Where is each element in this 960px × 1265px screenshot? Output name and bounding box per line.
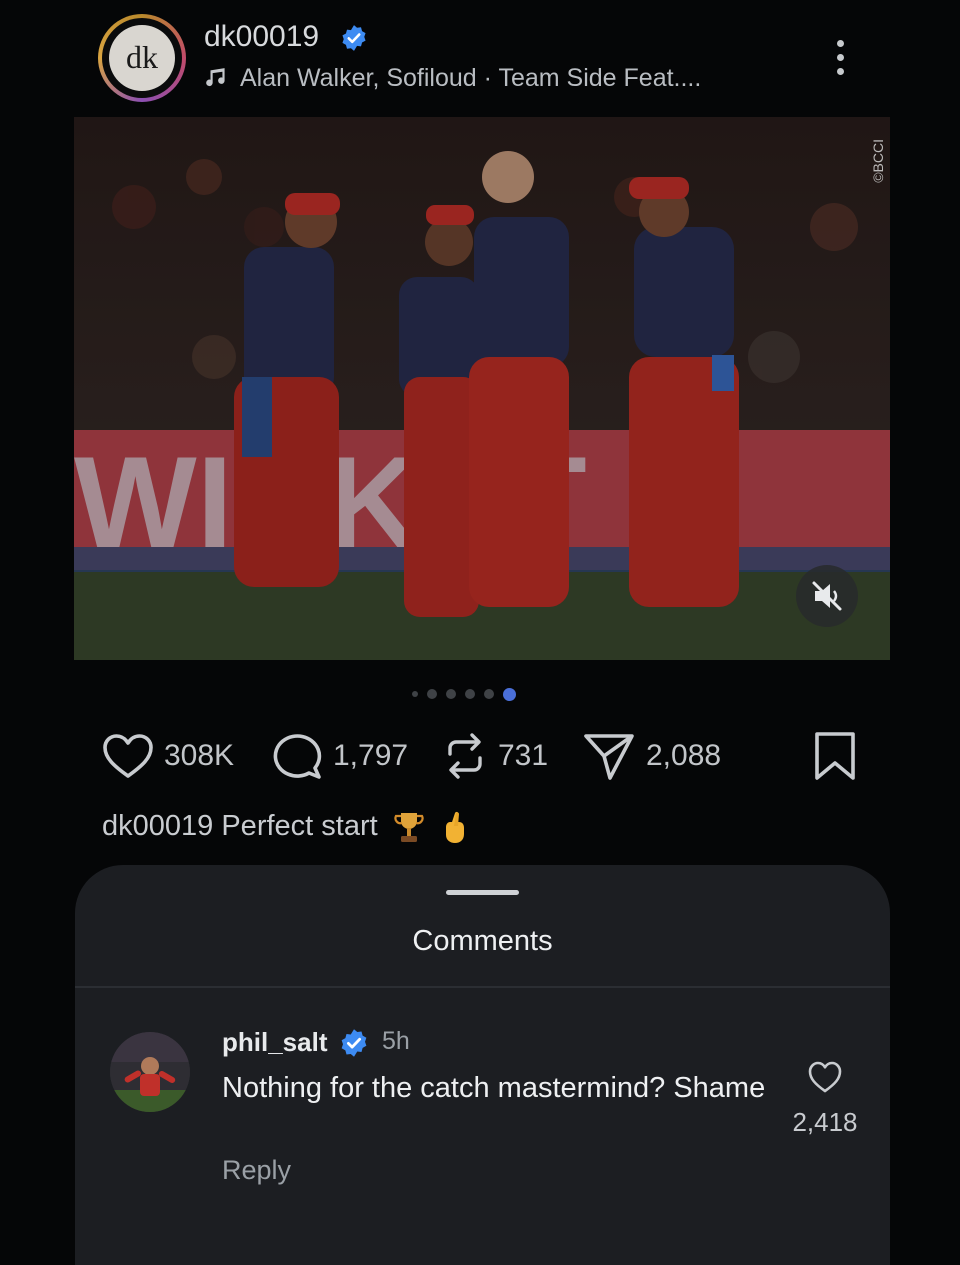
carousel-dot [465, 689, 475, 699]
bookmark-button[interactable] [812, 730, 858, 782]
avatar-logo: dk [109, 25, 175, 91]
like-button[interactable]: 308K [102, 730, 234, 782]
trophy-icon [394, 813, 424, 843]
music-title: Alan Walker, Sofiloud · Team Side Feat..… [240, 64, 702, 92]
caption-text: Perfect start [221, 810, 378, 842]
mute-icon [812, 581, 842, 611]
commenter-photo [110, 1032, 190, 1112]
more-options-icon[interactable] [826, 40, 854, 80]
share-icon [584, 734, 634, 780]
cricket-celebration-photo: WICKET [74, 117, 890, 660]
post-caption: dk00019 Perfect start [102, 810, 468, 844]
comment-icon [273, 734, 322, 779]
comment-timestamp: 5h [382, 1027, 410, 1055]
photo-watermark: ©BCCI [870, 139, 886, 183]
comment-text: Nothing for the catch mastermind? Shame [222, 1072, 766, 1104]
crossed-fingers-icon [445, 812, 464, 844]
caption-username[interactable]: dk00019 [102, 810, 213, 842]
heart-icon[interactable] [807, 1060, 843, 1094]
carousel-dot [412, 691, 418, 697]
verified-badge-icon [342, 25, 366, 51]
comment-username[interactable]: phil_salt [222, 1027, 327, 1058]
divider [75, 986, 890, 988]
carousel-indicator [412, 686, 516, 702]
repost-icon [448, 733, 482, 779]
share-count: 2,088 [646, 739, 722, 772]
post-username[interactable]: dk00019 [204, 20, 319, 54]
reply-button[interactable]: Reply [222, 1155, 291, 1186]
repost-count: 731 [498, 739, 549, 772]
music-attribution[interactable]: Alan Walker, Sofiloud · Team Side Feat..… [204, 64, 701, 93]
like-count: 308K [164, 739, 235, 772]
comments-sheet[interactable]: Comments phil_salt 5h Nothing for the ca… [75, 865, 890, 1265]
comment-avatar[interactable] [110, 1032, 190, 1112]
carousel-dot [446, 689, 456, 699]
heart-icon [103, 734, 153, 778]
share-button[interactable]: 2,088 [582, 730, 721, 782]
profile-avatar[interactable]: dk [98, 14, 186, 102]
comment-count: 1,797 [333, 739, 409, 772]
sheet-title: Comments [412, 925, 553, 957]
comment-like-count: 2,418 [792, 1107, 858, 1137]
mute-button[interactable] [796, 565, 858, 627]
comment-button[interactable]: 1,797 [271, 730, 408, 782]
post-media-image[interactable]: WICKET ©BCCI [74, 117, 890, 660]
repost-button[interactable]: 731 [442, 730, 548, 782]
bookmark-icon [815, 732, 855, 780]
music-note-icon [206, 68, 225, 87]
sheet-drag-handle[interactable] [446, 890, 519, 895]
carousel-dot [484, 689, 494, 699]
carousel-dot-active [503, 687, 516, 701]
carousel-dot [427, 689, 437, 699]
verified-badge-icon [341, 1029, 367, 1057]
